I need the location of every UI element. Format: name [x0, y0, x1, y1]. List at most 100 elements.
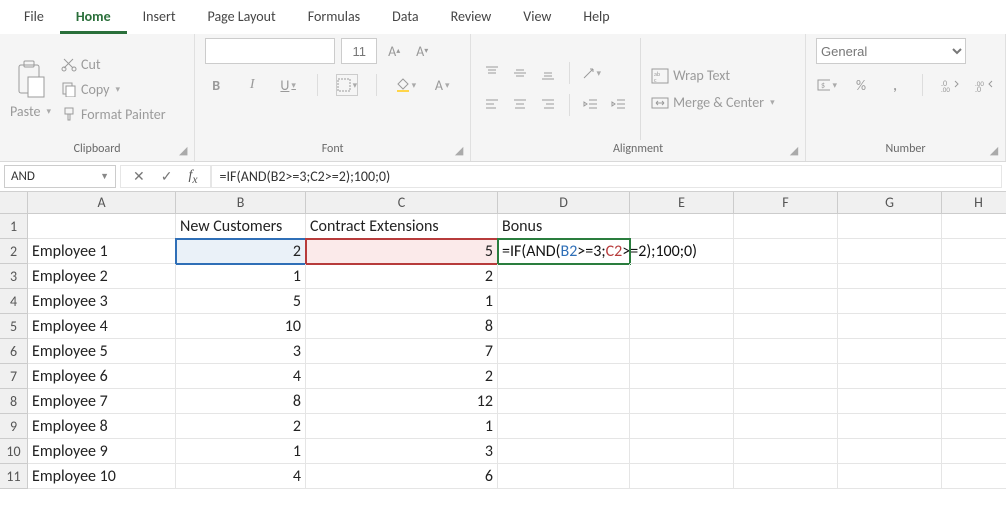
cell-C4[interactable]: 1: [306, 289, 498, 314]
cell-C9[interactable]: 1: [306, 414, 498, 439]
cut-button[interactable]: Cut: [61, 56, 166, 73]
row-header-3[interactable]: 3: [0, 264, 28, 289]
name-box[interactable]: AND ▼: [4, 165, 116, 188]
menu-tab-page-layout[interactable]: Page Layout: [192, 0, 292, 34]
row-header-7[interactable]: 7: [0, 364, 28, 389]
fx-icon[interactable]: fx: [188, 168, 197, 186]
font-name-select[interactable]: [205, 38, 335, 64]
cell-B6[interactable]: 3: [176, 339, 306, 364]
cell-E7[interactable]: [630, 364, 734, 389]
decrease-decimal-icon[interactable]: .00.0: [973, 74, 995, 96]
cell-D3[interactable]: [498, 264, 630, 289]
column-header-C[interactable]: C: [306, 192, 498, 214]
cell-H11[interactable]: [942, 464, 1006, 489]
cell-G10[interactable]: [838, 439, 942, 464]
cell-B8[interactable]: 8: [176, 389, 306, 414]
cell-H1[interactable]: [942, 214, 1006, 239]
align-right-icon[interactable]: [537, 94, 559, 116]
clipboard-launcher-icon[interactable]: ◢: [176, 143, 190, 157]
cell-G11[interactable]: [838, 464, 942, 489]
cell-G8[interactable]: [838, 389, 942, 414]
cell-G4[interactable]: [838, 289, 942, 314]
orientation-icon[interactable]: [580, 62, 602, 84]
menu-tab-insert[interactable]: Insert: [127, 0, 192, 34]
cell-D6[interactable]: [498, 339, 630, 364]
cell-B9[interactable]: 2: [176, 414, 306, 439]
menu-tab-review[interactable]: Review: [435, 0, 508, 34]
decrease-indent-icon[interactable]: [580, 94, 602, 116]
font-size-select[interactable]: [341, 38, 377, 64]
cell-E9[interactable]: [630, 414, 734, 439]
cell-D8[interactable]: [498, 389, 630, 414]
cell-A4[interactable]: Employee 3: [28, 289, 176, 314]
cell-C2[interactable]: 5: [306, 239, 498, 264]
increase-indent-icon[interactable]: [608, 94, 630, 116]
format-painter-button[interactable]: Format Painter: [61, 106, 166, 123]
cell-C3[interactable]: 2: [306, 264, 498, 289]
cell-C10[interactable]: 3: [306, 439, 498, 464]
cancel-formula-icon[interactable]: ✕: [133, 168, 145, 185]
cell-A5[interactable]: Employee 4: [28, 314, 176, 339]
cell-G2[interactable]: [838, 239, 942, 264]
italic-button[interactable]: I: [241, 74, 263, 96]
cell-E6[interactable]: [630, 339, 734, 364]
cell-G1[interactable]: [838, 214, 942, 239]
row-header-5[interactable]: 5: [0, 314, 28, 339]
accounting-format-icon[interactable]: $: [816, 74, 838, 96]
column-header-F[interactable]: F: [734, 192, 838, 214]
cell-G5[interactable]: [838, 314, 942, 339]
font-launcher-icon[interactable]: ◢: [452, 143, 466, 157]
cell-B7[interactable]: 4: [176, 364, 306, 389]
cell-A6[interactable]: Employee 5: [28, 339, 176, 364]
column-header-G[interactable]: G: [838, 192, 942, 214]
cell-A7[interactable]: Employee 6: [28, 364, 176, 389]
number-launcher-icon[interactable]: ◢: [987, 143, 1001, 157]
cell-E8[interactable]: [630, 389, 734, 414]
cell-B10[interactable]: 1: [176, 439, 306, 464]
borders-button[interactable]: [336, 74, 358, 96]
select-all-corner[interactable]: [0, 192, 28, 214]
cell-E5[interactable]: [630, 314, 734, 339]
cell-A3[interactable]: Employee 2: [28, 264, 176, 289]
align-top-icon[interactable]: [481, 62, 503, 84]
cell-A9[interactable]: Employee 8: [28, 414, 176, 439]
cell-G9[interactable]: [838, 414, 942, 439]
cell-H5[interactable]: [942, 314, 1006, 339]
column-header-H[interactable]: H: [942, 192, 1006, 214]
row-header-9[interactable]: 9: [0, 414, 28, 439]
align-bottom-icon[interactable]: [537, 62, 559, 84]
cell-A11[interactable]: Employee 10: [28, 464, 176, 489]
menu-tab-help[interactable]: Help: [567, 0, 625, 34]
cell-B11[interactable]: 4: [176, 464, 306, 489]
cell-B3[interactable]: 1: [176, 264, 306, 289]
row-header-10[interactable]: 10: [0, 439, 28, 464]
cell-D2[interactable]: =IF(AND(B2>=3;C2>=2);100;0): [498, 239, 630, 264]
cell-D4[interactable]: [498, 289, 630, 314]
cell-F3[interactable]: [734, 264, 838, 289]
percent-format-icon[interactable]: %: [850, 74, 872, 96]
cell-E4[interactable]: [630, 289, 734, 314]
cell-C5[interactable]: 8: [306, 314, 498, 339]
bold-button[interactable]: B: [205, 74, 227, 96]
cell-F4[interactable]: [734, 289, 838, 314]
cell-D9[interactable]: [498, 414, 630, 439]
cell-H6[interactable]: [942, 339, 1006, 364]
cell-H4[interactable]: [942, 289, 1006, 314]
cell-D10[interactable]: [498, 439, 630, 464]
cell-D1[interactable]: Bonus: [498, 214, 630, 239]
menu-tab-file[interactable]: File: [8, 0, 60, 34]
cell-F7[interactable]: [734, 364, 838, 389]
cell-H9[interactable]: [942, 414, 1006, 439]
number-format-select[interactable]: General: [816, 38, 966, 64]
cell-C7[interactable]: 2: [306, 364, 498, 389]
cell-B1[interactable]: New Customers: [176, 214, 306, 239]
cell-B2[interactable]: 2: [176, 239, 306, 264]
underline-button[interactable]: U: [277, 74, 299, 96]
cell-E1[interactable]: [630, 214, 734, 239]
copy-button[interactable]: Copy: [61, 81, 166, 98]
column-header-A[interactable]: A: [28, 192, 176, 214]
cell-A8[interactable]: Employee 7: [28, 389, 176, 414]
cell-C1[interactable]: Contract Extensions: [306, 214, 498, 239]
paste-icon[interactable]: [14, 59, 48, 99]
cell-E10[interactable]: [630, 439, 734, 464]
